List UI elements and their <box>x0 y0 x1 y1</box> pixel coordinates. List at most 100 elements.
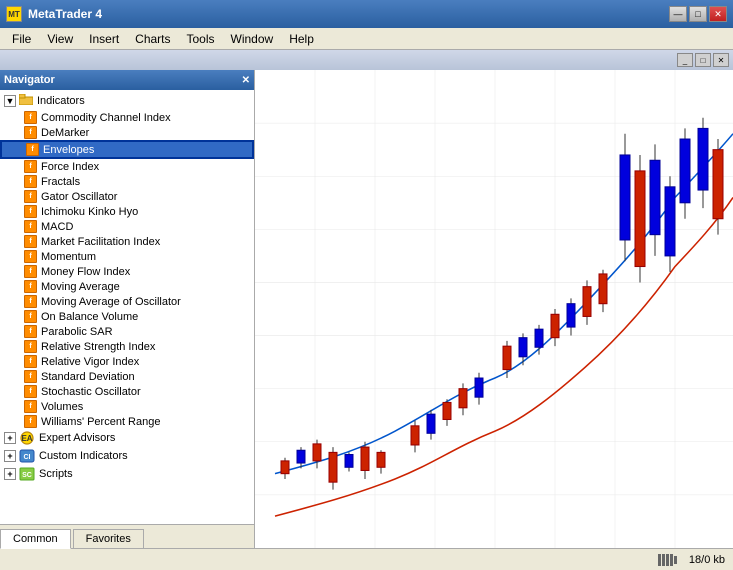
list-item[interactable]: f Ichimoku Kinko Hyo <box>0 204 254 219</box>
list-item[interactable]: f Money Flow Index <box>0 264 254 279</box>
menu-bar: File View Insert Charts Tools Window Hel… <box>0 28 733 50</box>
expert-advisors-icon: EA <box>19 431 35 445</box>
svg-text:CI: CI <box>24 454 31 461</box>
menu-charts[interactable]: Charts <box>127 30 178 48</box>
tab-favorites[interactable]: Favorites <box>73 529 144 548</box>
menu-window[interactable]: Window <box>223 30 282 48</box>
mdi-restore[interactable]: □ <box>695 53 711 67</box>
indicator-label: Standard Deviation <box>41 371 135 383</box>
status-bar: 18/0 kb <box>0 548 733 570</box>
main-content: Navigator ✕ ▼ Indicators f Commodity Cha… <box>0 70 733 548</box>
maximize-button[interactable]: □ <box>689 6 707 22</box>
chart-area[interactable]: Double Click Envelopes Indicator <box>255 70 733 548</box>
list-item[interactable]: f Moving Average of Oscillator <box>0 294 254 309</box>
indicator-icon: f <box>24 295 37 308</box>
scripts-section[interactable]: + SC Scripts <box>0 465 254 483</box>
indicator-label: Fractals <box>41 176 80 188</box>
custom-indicators-label: Custom Indicators <box>39 450 128 462</box>
indicator-icon: f <box>24 175 37 188</box>
list-item[interactable]: f On Balance Volume <box>0 309 254 324</box>
indicator-icon: f <box>26 143 39 156</box>
svg-text:SC: SC <box>22 472 32 479</box>
indicator-label: DeMarker <box>41 127 89 139</box>
indicator-icon: f <box>24 205 37 218</box>
indicator-label: Relative Vigor Index <box>41 356 139 368</box>
menu-file[interactable]: File <box>4 30 39 48</box>
list-item[interactable]: f Stochastic Oscillator <box>0 384 254 399</box>
tab-common[interactable]: Common <box>0 529 71 549</box>
indicator-label: Volumes <box>41 401 83 413</box>
expert-advisors-expand-icon[interactable]: + <box>4 432 16 444</box>
mdi-minimize[interactable]: _ <box>677 53 693 67</box>
list-item[interactable]: f Relative Vigor Index <box>0 354 254 369</box>
scripts-expand-icon[interactable]: + <box>4 468 16 480</box>
indicator-label: MACD <box>41 221 73 233</box>
close-button[interactable]: ✕ <box>709 6 727 22</box>
list-item[interactable]: f Commodity Channel Index <box>0 110 254 125</box>
indicators-section[interactable]: ▼ Indicators <box>0 92 254 110</box>
indicator-label: Parabolic SAR <box>41 326 113 338</box>
svg-text:EA: EA <box>21 434 32 443</box>
indicators-folder-icon <box>19 94 33 108</box>
indicator-label: Gator Oscillator <box>41 191 117 203</box>
status-kb: 18/0 kb <box>689 554 725 566</box>
navigator-close-button[interactable]: ✕ <box>242 75 250 86</box>
list-item[interactable]: f Market Facilitation Index <box>0 234 254 249</box>
list-item[interactable]: f Standard Deviation <box>0 369 254 384</box>
indicator-label: Relative Strength Index <box>41 341 155 353</box>
custom-indicators-expand-icon[interactable]: + <box>4 450 16 462</box>
menu-tools[interactable]: Tools <box>179 30 223 48</box>
indicator-icon: f <box>24 160 37 173</box>
indicator-icon: f <box>24 280 37 293</box>
list-item[interactable]: f Relative Strength Index <box>0 339 254 354</box>
list-item[interactable]: f Gator Oscillator <box>0 189 254 204</box>
indicator-label: Stochastic Oscillator <box>41 386 141 398</box>
list-item[interactable]: f Williams' Percent Range <box>0 414 254 429</box>
scripts-label: Scripts <box>39 468 73 480</box>
custom-indicators-section[interactable]: + CI Custom Indicators <box>0 447 254 465</box>
menu-insert[interactable]: Insert <box>81 30 127 48</box>
indicator-icon: f <box>24 220 37 233</box>
indicator-icon: f <box>24 385 37 398</box>
list-item[interactable]: f Fractals <box>0 174 254 189</box>
mdi-bar: _ □ ✕ <box>0 50 733 70</box>
list-item[interactable]: f MACD <box>0 219 254 234</box>
app-icon: MT <box>6 6 22 22</box>
app-title: MetaTrader 4 <box>28 7 102 21</box>
candlestick-chart <box>255 70 733 548</box>
indicator-icon: f <box>24 340 37 353</box>
indicator-icon: f <box>24 370 37 383</box>
window-controls: — □ ✕ <box>669 6 727 22</box>
navigator-panel: Navigator ✕ ▼ Indicators f Commodity Cha… <box>0 70 255 548</box>
list-item-envelopes[interactable]: f Envelopes <box>0 140 254 159</box>
indicator-label: Market Facilitation Index <box>41 236 160 248</box>
title-bar: MT MetaTrader 4 — □ ✕ <box>0 0 733 28</box>
expert-advisors-label: Expert Advisors <box>39 432 115 444</box>
indicator-icon: f <box>24 415 37 428</box>
indicator-label: Moving Average <box>41 281 120 293</box>
menu-view[interactable]: View <box>39 30 81 48</box>
indicators-expand-icon[interactable]: ▼ <box>4 95 16 107</box>
indicator-icon: f <box>24 250 37 263</box>
list-item[interactable]: f Momentum <box>0 249 254 264</box>
indicator-icon: f <box>24 126 37 139</box>
indicator-icon: f <box>24 310 37 323</box>
indicator-label: Moving Average of Oscillator <box>41 296 181 308</box>
indicator-label: Commodity Channel Index <box>41 112 171 124</box>
indicator-label: Force Index <box>41 161 99 173</box>
indicator-icon: f <box>24 355 37 368</box>
list-item[interactable]: f Parabolic SAR <box>0 324 254 339</box>
menu-help[interactable]: Help <box>281 30 322 48</box>
list-item[interactable]: f Force Index <box>0 159 254 174</box>
list-item[interactable]: f DeMarker <box>0 125 254 140</box>
indicator-icon: f <box>24 235 37 248</box>
list-item[interactable]: f Moving Average <box>0 279 254 294</box>
indicator-label: On Balance Volume <box>41 311 138 323</box>
mdi-close[interactable]: ✕ <box>713 53 729 67</box>
indicator-label: Momentum <box>41 251 96 263</box>
list-item[interactable]: f Volumes <box>0 399 254 414</box>
minimize-button[interactable]: — <box>669 6 687 22</box>
navigator-list[interactable]: ▼ Indicators f Commodity Channel Index f… <box>0 90 254 524</box>
expert-advisors-section[interactable]: + EA Expert Advisors <box>0 429 254 447</box>
indicator-label: Williams' Percent Range <box>41 416 160 428</box>
